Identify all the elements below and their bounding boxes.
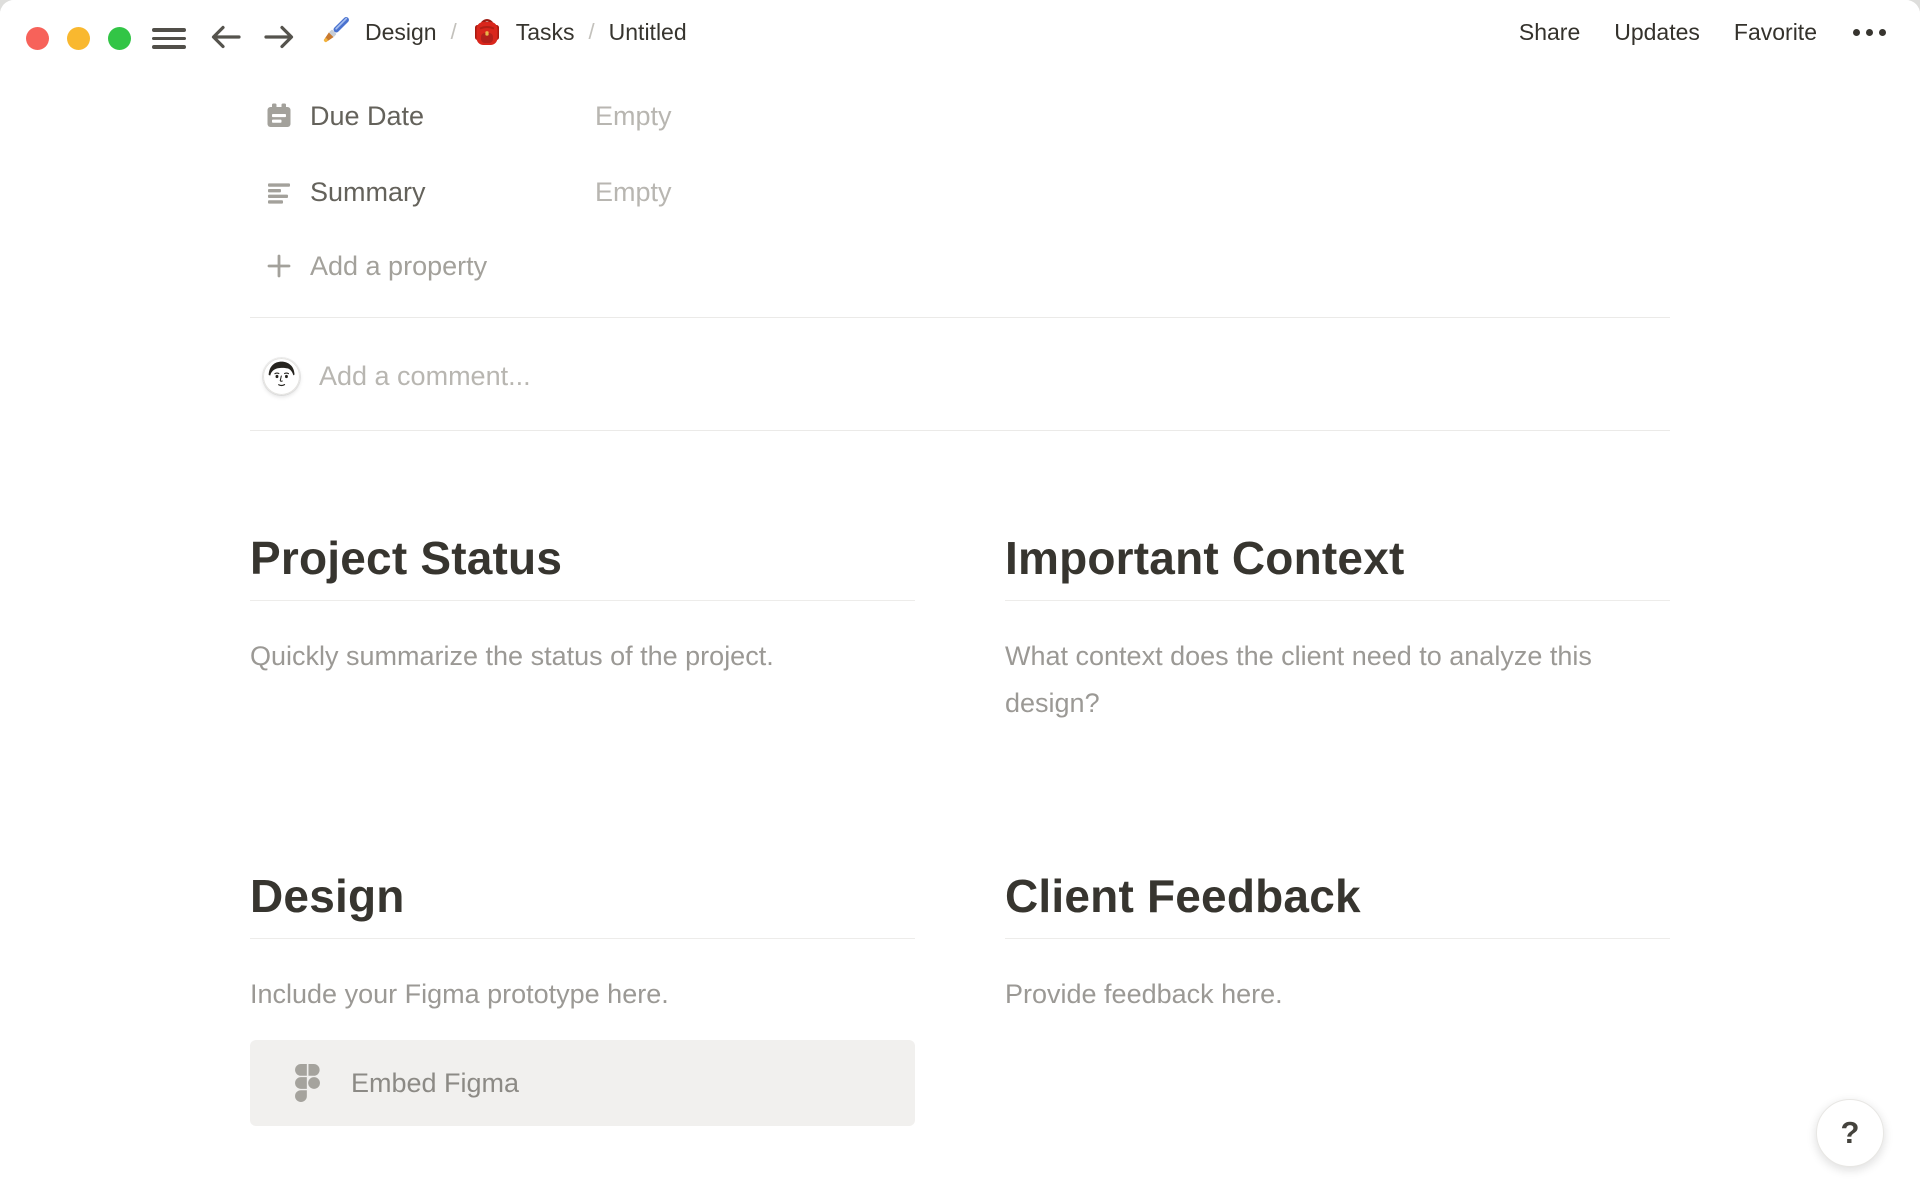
divider <box>250 317 1670 318</box>
favorite-button[interactable]: Favorite <box>1734 19 1817 46</box>
breadcrumb-label: Tasks <box>515 18 575 45</box>
property-value[interactable]: Empty <box>595 101 672 132</box>
embed-figma-label: Embed Figma <box>351 1067 520 1098</box>
breadcrumb-item-tasks[interactable]: Tasks <box>471 16 575 48</box>
breadcrumb-separator: / <box>450 19 457 44</box>
section-title: Important Context <box>1005 528 1670 601</box>
breadcrumb: Design / Tasks / Untitled <box>316 0 687 64</box>
add-property-label: Add a property <box>310 250 488 281</box>
section-body: Include your Figma prototype here. <box>250 979 669 1009</box>
more-options-icon[interactable] <box>1851 25 1888 40</box>
plus-icon <box>264 251 294 281</box>
breadcrumb-item-design[interactable]: Design <box>316 14 437 50</box>
section-title: Client Feedback <box>1005 866 1670 939</box>
columns-row-2: Design Include your Figma prototype here… <box>250 838 1670 1126</box>
add-comment-area[interactable]: Add a comment... <box>250 344 1670 408</box>
text-lines-icon <box>264 177 294 207</box>
share-button[interactable]: Share <box>1519 19 1580 46</box>
comment-placeholder: Add a comment... <box>319 360 531 391</box>
paintbrush-emoji-icon <box>323 17 349 43</box>
breadcrumb-label: Untitled <box>608 18 687 45</box>
embed-figma-button[interactable]: Embed Figma <box>250 1040 915 1126</box>
help-button[interactable]: ? <box>1816 1099 1884 1167</box>
notion-window: Design / Tasks / Untitled Share Updates … <box>0 0 1920 1200</box>
section-design: Design Include your Figma prototype here… <box>250 838 915 1126</box>
topbar-actions: Share Updates Favorite <box>1519 0 1888 64</box>
section-body: What context does the client need to ana… <box>1005 641 1592 718</box>
property-row-due-date[interactable]: Due Date Empty <box>250 96 1670 136</box>
property-value[interactable]: Empty <box>595 177 672 208</box>
section-important-context: Important Context What context does the … <box>1005 500 1670 727</box>
page-properties: Due Date Empty Summary Empty Add a prope… <box>250 96 1670 284</box>
window-titlebar: Design / Tasks / Untitled Share Updates … <box>0 0 1920 64</box>
section-body: Provide feedback here. <box>1005 979 1283 1009</box>
section-title: Design <box>250 866 915 939</box>
add-property-button[interactable]: Add a property <box>250 248 1670 284</box>
divider <box>250 430 1670 431</box>
hamburger-menu-icon[interactable] <box>152 28 186 49</box>
figma-icon <box>295 1064 320 1102</box>
minimize-button[interactable] <box>67 27 90 50</box>
calendar-icon <box>264 101 294 131</box>
user-avatar <box>263 357 300 395</box>
section-title: Project Status <box>250 528 915 601</box>
breadcrumb-label: Design <box>365 18 437 45</box>
breadcrumb-item-untitled[interactable]: Untitled <box>609 19 687 46</box>
updates-button[interactable]: Updates <box>1614 19 1700 46</box>
property-label: Due Date <box>310 100 425 131</box>
section-project-status: Project Status Quickly summarize the sta… <box>250 500 915 727</box>
breadcrumb-separator: / <box>588 19 595 44</box>
columns-row-1: Project Status Quickly summarize the sta… <box>250 500 1670 727</box>
backpack-emoji-icon <box>474 18 499 45</box>
property-row-summary[interactable]: Summary Empty <box>250 172 1670 212</box>
arrow-left-icon[interactable] <box>208 21 244 53</box>
close-button[interactable] <box>26 27 49 50</box>
arrow-right-icon[interactable] <box>261 21 297 53</box>
window-controls <box>26 27 131 50</box>
property-label: Summary <box>310 176 426 207</box>
section-client-feedback: Client Feedback Provide feedback here. <box>1005 838 1670 1126</box>
section-body: Quickly summarize the status of the proj… <box>250 641 774 671</box>
help-label: ? <box>1840 1115 1860 1150</box>
zoom-button[interactable] <box>108 27 131 50</box>
